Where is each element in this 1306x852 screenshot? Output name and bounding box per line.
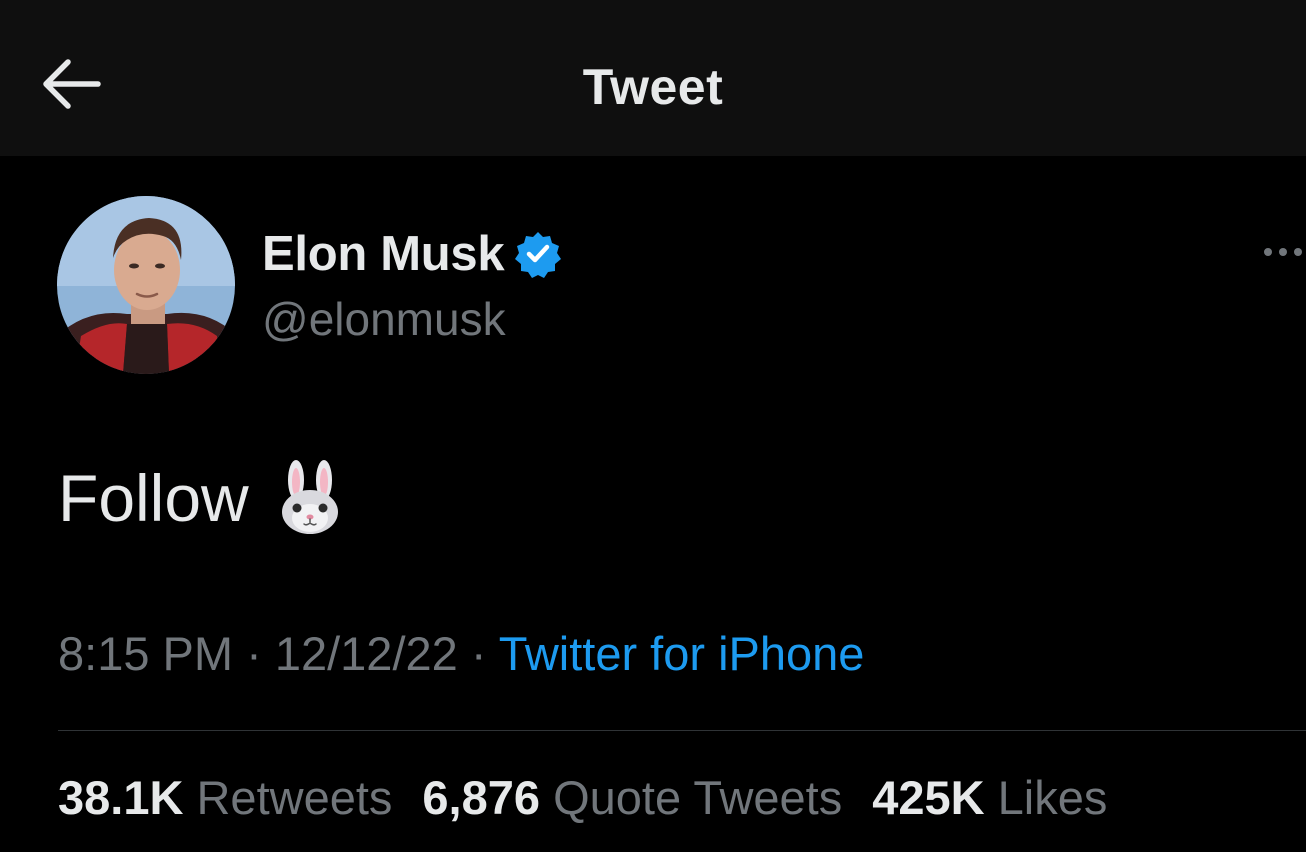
profile-photo	[57, 196, 235, 374]
handle[interactable]: @elonmusk	[262, 292, 506, 346]
quote-tweets-label: Quote Tweets	[553, 771, 843, 824]
meta-separator: ·	[470, 627, 487, 680]
likes-stat[interactable]: 425K Likes	[872, 770, 1107, 825]
divider	[58, 730, 1306, 731]
tweet-source-link[interactable]: Twitter for iPhone	[499, 627, 865, 680]
tweet-stats: 38.1K Retweets 6,876 Quote Tweets 425K L…	[58, 770, 1137, 825]
verified-badge-icon	[515, 232, 562, 278]
tweet-meta: 8:15 PM · 12/12/22 · Twitter for iPhone	[58, 626, 864, 681]
retweets-count: 38.1K	[58, 771, 184, 824]
likes-count: 425K	[872, 771, 985, 824]
meta-separator: ·	[246, 627, 262, 680]
tweet-date[interactable]: 12/12/22	[275, 627, 458, 680]
retweets-stat[interactable]: 38.1K Retweets	[58, 770, 392, 825]
quote-tweets-stat[interactable]: 6,876 Quote Tweets	[422, 770, 842, 825]
quote-tweets-count: 6,876	[422, 771, 541, 824]
tweet-text: Follow	[58, 458, 343, 538]
more-options-button[interactable]	[1262, 240, 1306, 264]
display-name[interactable]: Elon Musk	[262, 226, 505, 282]
author-name-row: Elon Musk	[262, 224, 562, 284]
page-title: Tweet	[582, 59, 724, 115]
likes-label: Likes	[997, 771, 1108, 824]
ellipsis-icon	[1264, 248, 1302, 256]
retweets-label: Retweets	[196, 771, 393, 824]
avatar[interactable]	[57, 196, 235, 374]
tweet-time[interactable]: 8:15 PM	[58, 627, 233, 680]
rabbit-face-icon	[281, 460, 338, 534]
top-bar: Tweet	[0, 0, 1306, 156]
tweet-body: Follow	[58, 461, 249, 535]
